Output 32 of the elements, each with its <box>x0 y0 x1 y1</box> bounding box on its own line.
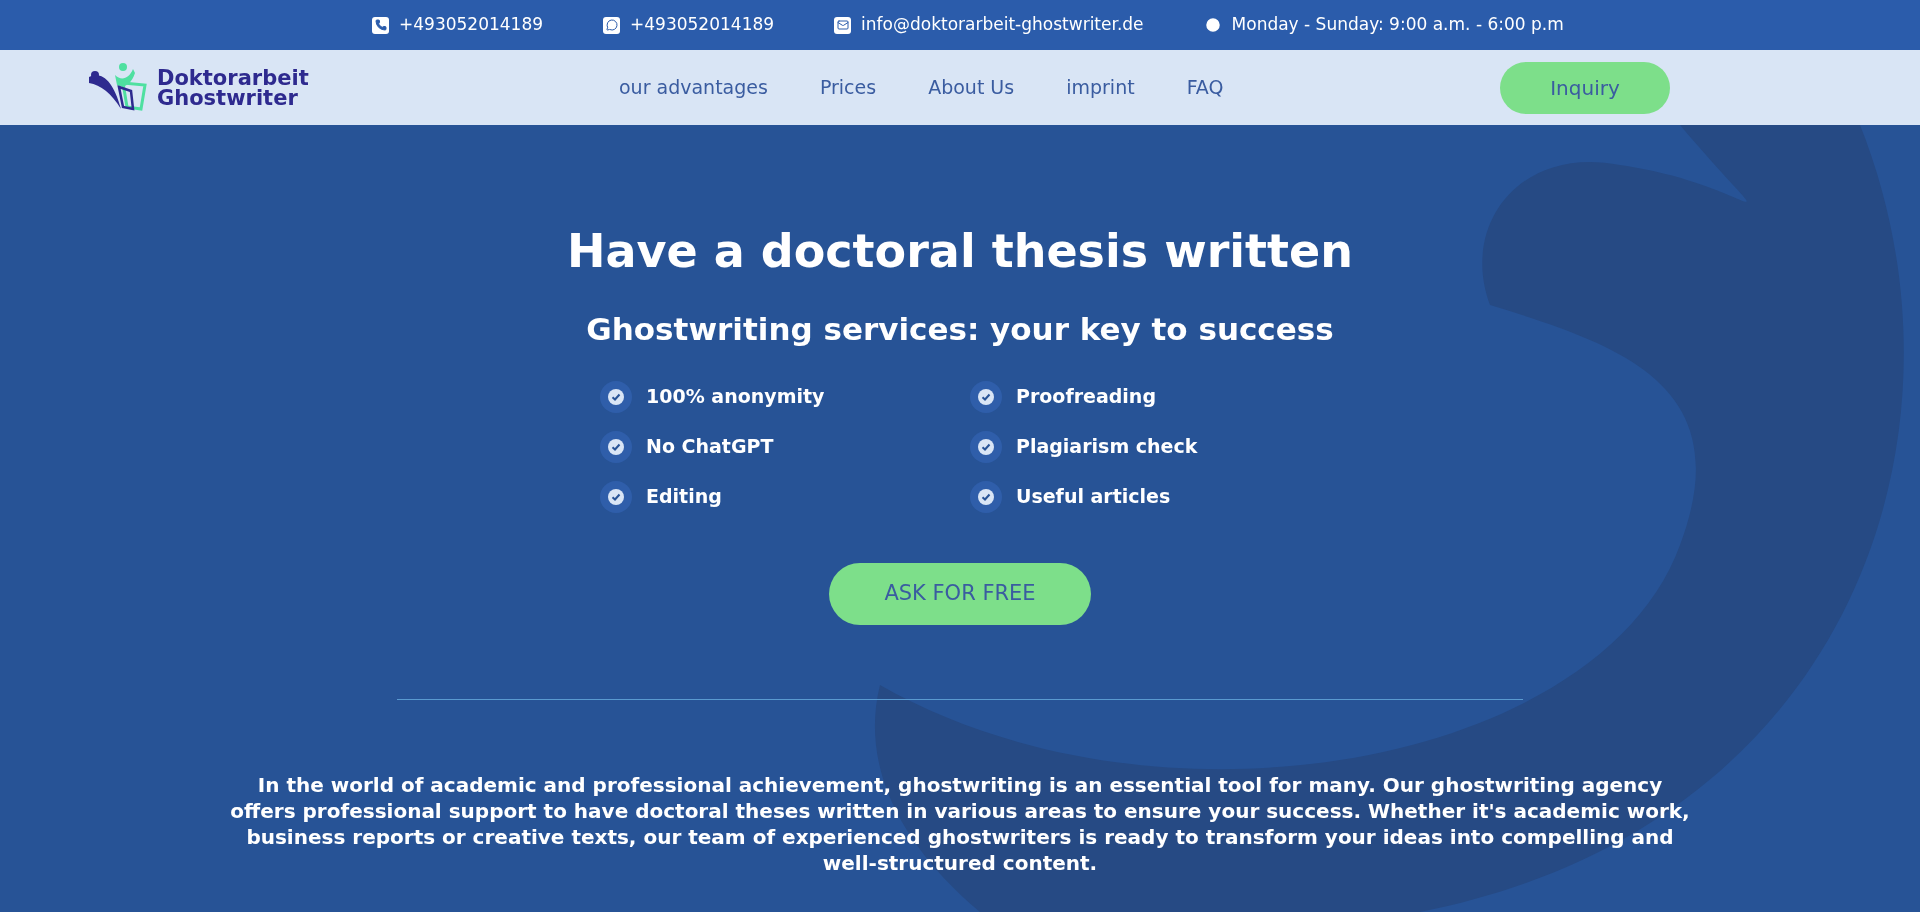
contact-text[interactable]: info@doktorarbeit-ghostwriter.de <box>861 12 1144 38</box>
check-icon <box>600 430 632 463</box>
nav-link[interactable]: FAQ <box>1186 73 1224 102</box>
mail-icon <box>834 16 852 34</box>
phone-icon <box>372 16 389 34</box>
check-icon <box>970 480 1002 513</box>
feature-text: Editing <box>646 484 722 510</box>
check-icon <box>600 480 632 513</box>
logo-text[interactable]: Doktorarbeit <box>157 67 309 88</box>
nav-link[interactable]: imprint <box>1066 73 1135 102</box>
logo-text[interactable]: Ghostwriter <box>157 87 309 108</box>
feature-text: Useful articles <box>1016 484 1171 510</box>
chat-icon <box>603 16 621 34</box>
hero-subtitle: Ghostwriting services: your key to success <box>586 310 1334 349</box>
logo-icon <box>87 62 149 113</box>
intro-paragraph: In the world of academic and professional achievement, ghostwriting is an essential tool for many. Our ghostwriting agency offers professional support to have doctoral theses written in various areas to ensure your success. Whether it's academic work, business reports or creative texts, our team of experienced ghostwriters is ready to transform your ideas into compelling and well-structured content. <box>230 771 1690 876</box>
contact-text[interactable]: +493052014189 <box>630 12 775 38</box>
nav-link[interactable]: About Us <box>928 73 1015 102</box>
contact-text[interactable]: +493052014189 <box>399 12 544 38</box>
nav-link[interactable]: Prices <box>819 73 877 102</box>
feature-text: Plagiarism check <box>1016 434 1198 460</box>
feature-text: Proofreading <box>1016 384 1156 410</box>
contact-text[interactable]: Monday - Sunday: 9:00 a.m. - 6:00 p.m <box>1231 12 1564 38</box>
check-icon <box>970 430 1002 463</box>
feature-text: No ChatGPT <box>646 434 774 460</box>
nav-link[interactable]: our advantages <box>619 73 768 102</box>
ask-button[interactable]: ASK FOR FREE <box>829 562 1091 625</box>
inquiry-button[interactable]: Inquiry <box>1500 61 1670 114</box>
check-icon <box>970 380 1002 413</box>
hero-title: Have a doctoral thesis written <box>566 223 1353 280</box>
feature-text: 100% anonymity <box>646 384 825 410</box>
check-icon <box>600 380 632 413</box>
